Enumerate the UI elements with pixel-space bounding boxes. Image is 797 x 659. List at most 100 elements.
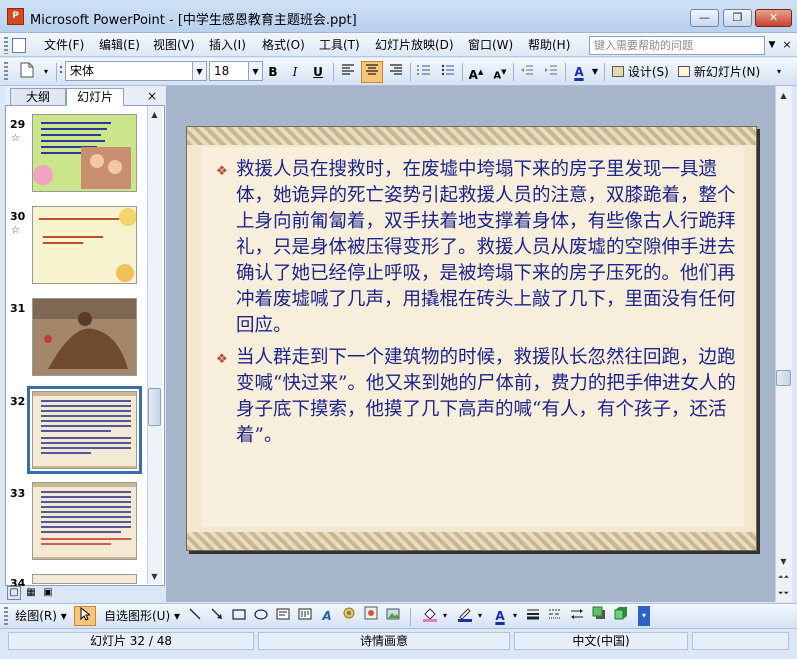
help-dropdown-icon[interactable]: ▼ <box>765 36 779 55</box>
new-slide-button[interactable]: 新幻灯片(N) <box>675 61 765 83</box>
text-box-tool-icon[interactable] <box>274 606 292 626</box>
menu-edit[interactable]: 编辑(E) <box>97 36 142 54</box>
increase-indent-icon[interactable] <box>540 61 562 83</box>
oval-tool-icon[interactable] <box>252 606 270 626</box>
draw-font-color-dropdown-icon[interactable]: ▾ <box>510 606 520 626</box>
3d-style-icon[interactable] <box>612 606 630 626</box>
normal-view-icon[interactable]: ▢ <box>7 586 21 600</box>
menu-format[interactable]: 格式(O) <box>260 36 307 54</box>
panel-scrollbar[interactable] <box>147 106 162 584</box>
increase-font-size-icon[interactable]: A▲ <box>465 61 487 83</box>
next-slide-icon[interactable]: ⏷⏷ <box>776 586 791 601</box>
bullets-icon[interactable] <box>437 61 459 83</box>
document-close-button[interactable]: × <box>781 36 793 54</box>
numbering-icon[interactable] <box>413 61 435 83</box>
decrease-font-size-icon[interactable]: A▼ <box>489 61 511 83</box>
rectangle-tool-icon[interactable] <box>230 606 248 626</box>
slide-number: 33 <box>10 487 26 500</box>
close-button[interactable]: ✕ <box>755 9 792 27</box>
dash-style-icon[interactable] <box>546 606 564 626</box>
menu-view[interactable]: 视图(V) <box>151 36 197 54</box>
menu-window[interactable]: 窗口(W) <box>466 36 515 54</box>
italic-button[interactable]: I <box>285 61 305 83</box>
align-left-icon[interactable] <box>337 61 359 83</box>
fill-color-icon[interactable] <box>420 606 440 626</box>
panel-scroll-thumb[interactable] <box>148 388 161 426</box>
panel-close-button[interactable]: × <box>145 88 159 104</box>
bullet-item: ❖ 救援人员在搜救时，在废墟中垮塌下来的房子里发现一具遗体，她诡异的死亡姿势引起… <box>216 157 736 339</box>
line-color-dropdown-icon[interactable]: ▾ <box>475 606 485 626</box>
toolbar-grip[interactable] <box>4 62 8 82</box>
help-search-input[interactable]: 键入需要帮助的问题 <box>589 36 765 55</box>
slide-thumbnail-34[interactable] <box>32 574 137 584</box>
slide-thumbnail-29[interactable] <box>32 114 137 192</box>
toolbar-options-icon[interactable]: ▾ <box>771 61 787 83</box>
slide-scrollbar[interactable] <box>775 86 792 602</box>
font-color-button[interactable]: A <box>568 61 590 83</box>
select-objects-icon[interactable] <box>74 606 96 626</box>
slideshow-view-icon[interactable]: ▣ <box>41 586 55 600</box>
clip-art-icon[interactable] <box>362 606 380 626</box>
menu-tools[interactable]: 工具(T) <box>317 36 362 54</box>
diagram-icon[interactable] <box>340 606 358 626</box>
line-tool-icon[interactable] <box>186 606 204 626</box>
scroll-up-icon[interactable]: ▲ <box>776 88 791 103</box>
tab-outline[interactable]: 大纲 <box>10 88 66 106</box>
draw-font-color-icon[interactable]: A <box>490 606 510 626</box>
menu-file[interactable]: 文件(F) <box>42 36 86 54</box>
toolbar-separator <box>604 63 605 81</box>
bold-button[interactable]: B <box>263 61 283 83</box>
arrow-tool-icon[interactable] <box>208 606 226 626</box>
slide-text-box[interactable]: ❖ 救援人员在搜救时，在废墟中垮塌下来的房子里发现一具遗体，她诡异的死亡姿势引起… <box>216 157 736 455</box>
scroll-down-icon[interactable]: ▼ <box>776 554 791 569</box>
shadow-style-icon[interactable] <box>590 606 608 626</box>
underline-button[interactable]: U <box>307 61 329 83</box>
menu-help[interactable]: 帮助(H) <box>526 36 572 54</box>
fill-color-dropdown-icon[interactable]: ▾ <box>440 606 450 626</box>
powerpoint-app-icon[interactable]: P <box>7 8 24 25</box>
line-style-icon[interactable] <box>524 606 542 626</box>
slide-thumbnail-33[interactable] <box>32 482 137 560</box>
animation-star-icon: ☆ <box>11 133 20 144</box>
design-label: 设计(S) <box>627 65 669 79</box>
new-document-icon[interactable] <box>16 61 38 83</box>
scroll-down-icon[interactable]: ▼ <box>147 569 162 584</box>
slide-number: 29 <box>10 118 26 131</box>
toolbar-options-icon[interactable]: ▾ <box>638 606 650 626</box>
decrease-indent-icon[interactable] <box>516 61 538 83</box>
font-size-dropdown-icon[interactable]: ▼ <box>249 61 263 81</box>
menu-slideshow[interactable]: 幻灯片放映(D) <box>373 36 456 54</box>
drawbar-grip[interactable] <box>4 607 8 625</box>
arrow-style-icon[interactable] <box>568 606 586 626</box>
autoshapes-menu-button[interactable]: 自选图形(U) ▾ <box>102 606 182 626</box>
vertical-text-box-icon[interactable] <box>296 606 314 626</box>
font-name-select[interactable]: 宋体 <box>65 61 193 81</box>
minimize-button[interactable]: — <box>690 9 719 27</box>
design-template-status[interactable]: 诗情画意 <box>258 632 510 650</box>
font-size-select[interactable]: 18 <box>209 61 249 81</box>
insert-picture-icon[interactable] <box>384 606 402 626</box>
menubar-grip[interactable] <box>4 37 8 54</box>
design-button[interactable]: 设计(S) <box>609 61 671 83</box>
align-center-icon[interactable] <box>361 61 383 83</box>
slide-scroll-thumb[interactable] <box>776 370 791 386</box>
wordart-icon[interactable]: A <box>318 606 336 626</box>
draw-label: 绘图(R) <box>15 609 57 623</box>
menu-insert[interactable]: 插入(I) <box>207 36 248 54</box>
font-color-dropdown-icon[interactable]: ▼ <box>590 61 600 83</box>
previous-slide-icon[interactable]: ⏶⏶ <box>776 570 791 585</box>
slide-thumbnail-31[interactable] <box>32 298 137 376</box>
draw-menu-button[interactable]: 绘图(R) ▾ <box>12 606 70 626</box>
document-icon[interactable] <box>12 38 26 53</box>
font-name-dropdown-icon[interactable]: ▼ <box>193 61 207 81</box>
toolbar-options-icon[interactable]: ▾ <box>39 61 53 83</box>
line-color-icon[interactable] <box>455 606 475 626</box>
slide-thumbnail-32[interactable] <box>27 386 142 474</box>
scroll-up-icon[interactable]: ▲ <box>147 107 162 122</box>
restore-button[interactable]: ❐ <box>723 9 752 27</box>
slide-sorter-view-icon[interactable]: ▦ <box>24 586 38 600</box>
tab-slides[interactable]: 幻灯片 <box>66 88 124 106</box>
align-right-icon[interactable] <box>385 61 407 83</box>
slide-thumbnail-30[interactable] <box>32 206 137 284</box>
diamond-bullet-icon: ❖ <box>216 352 228 367</box>
